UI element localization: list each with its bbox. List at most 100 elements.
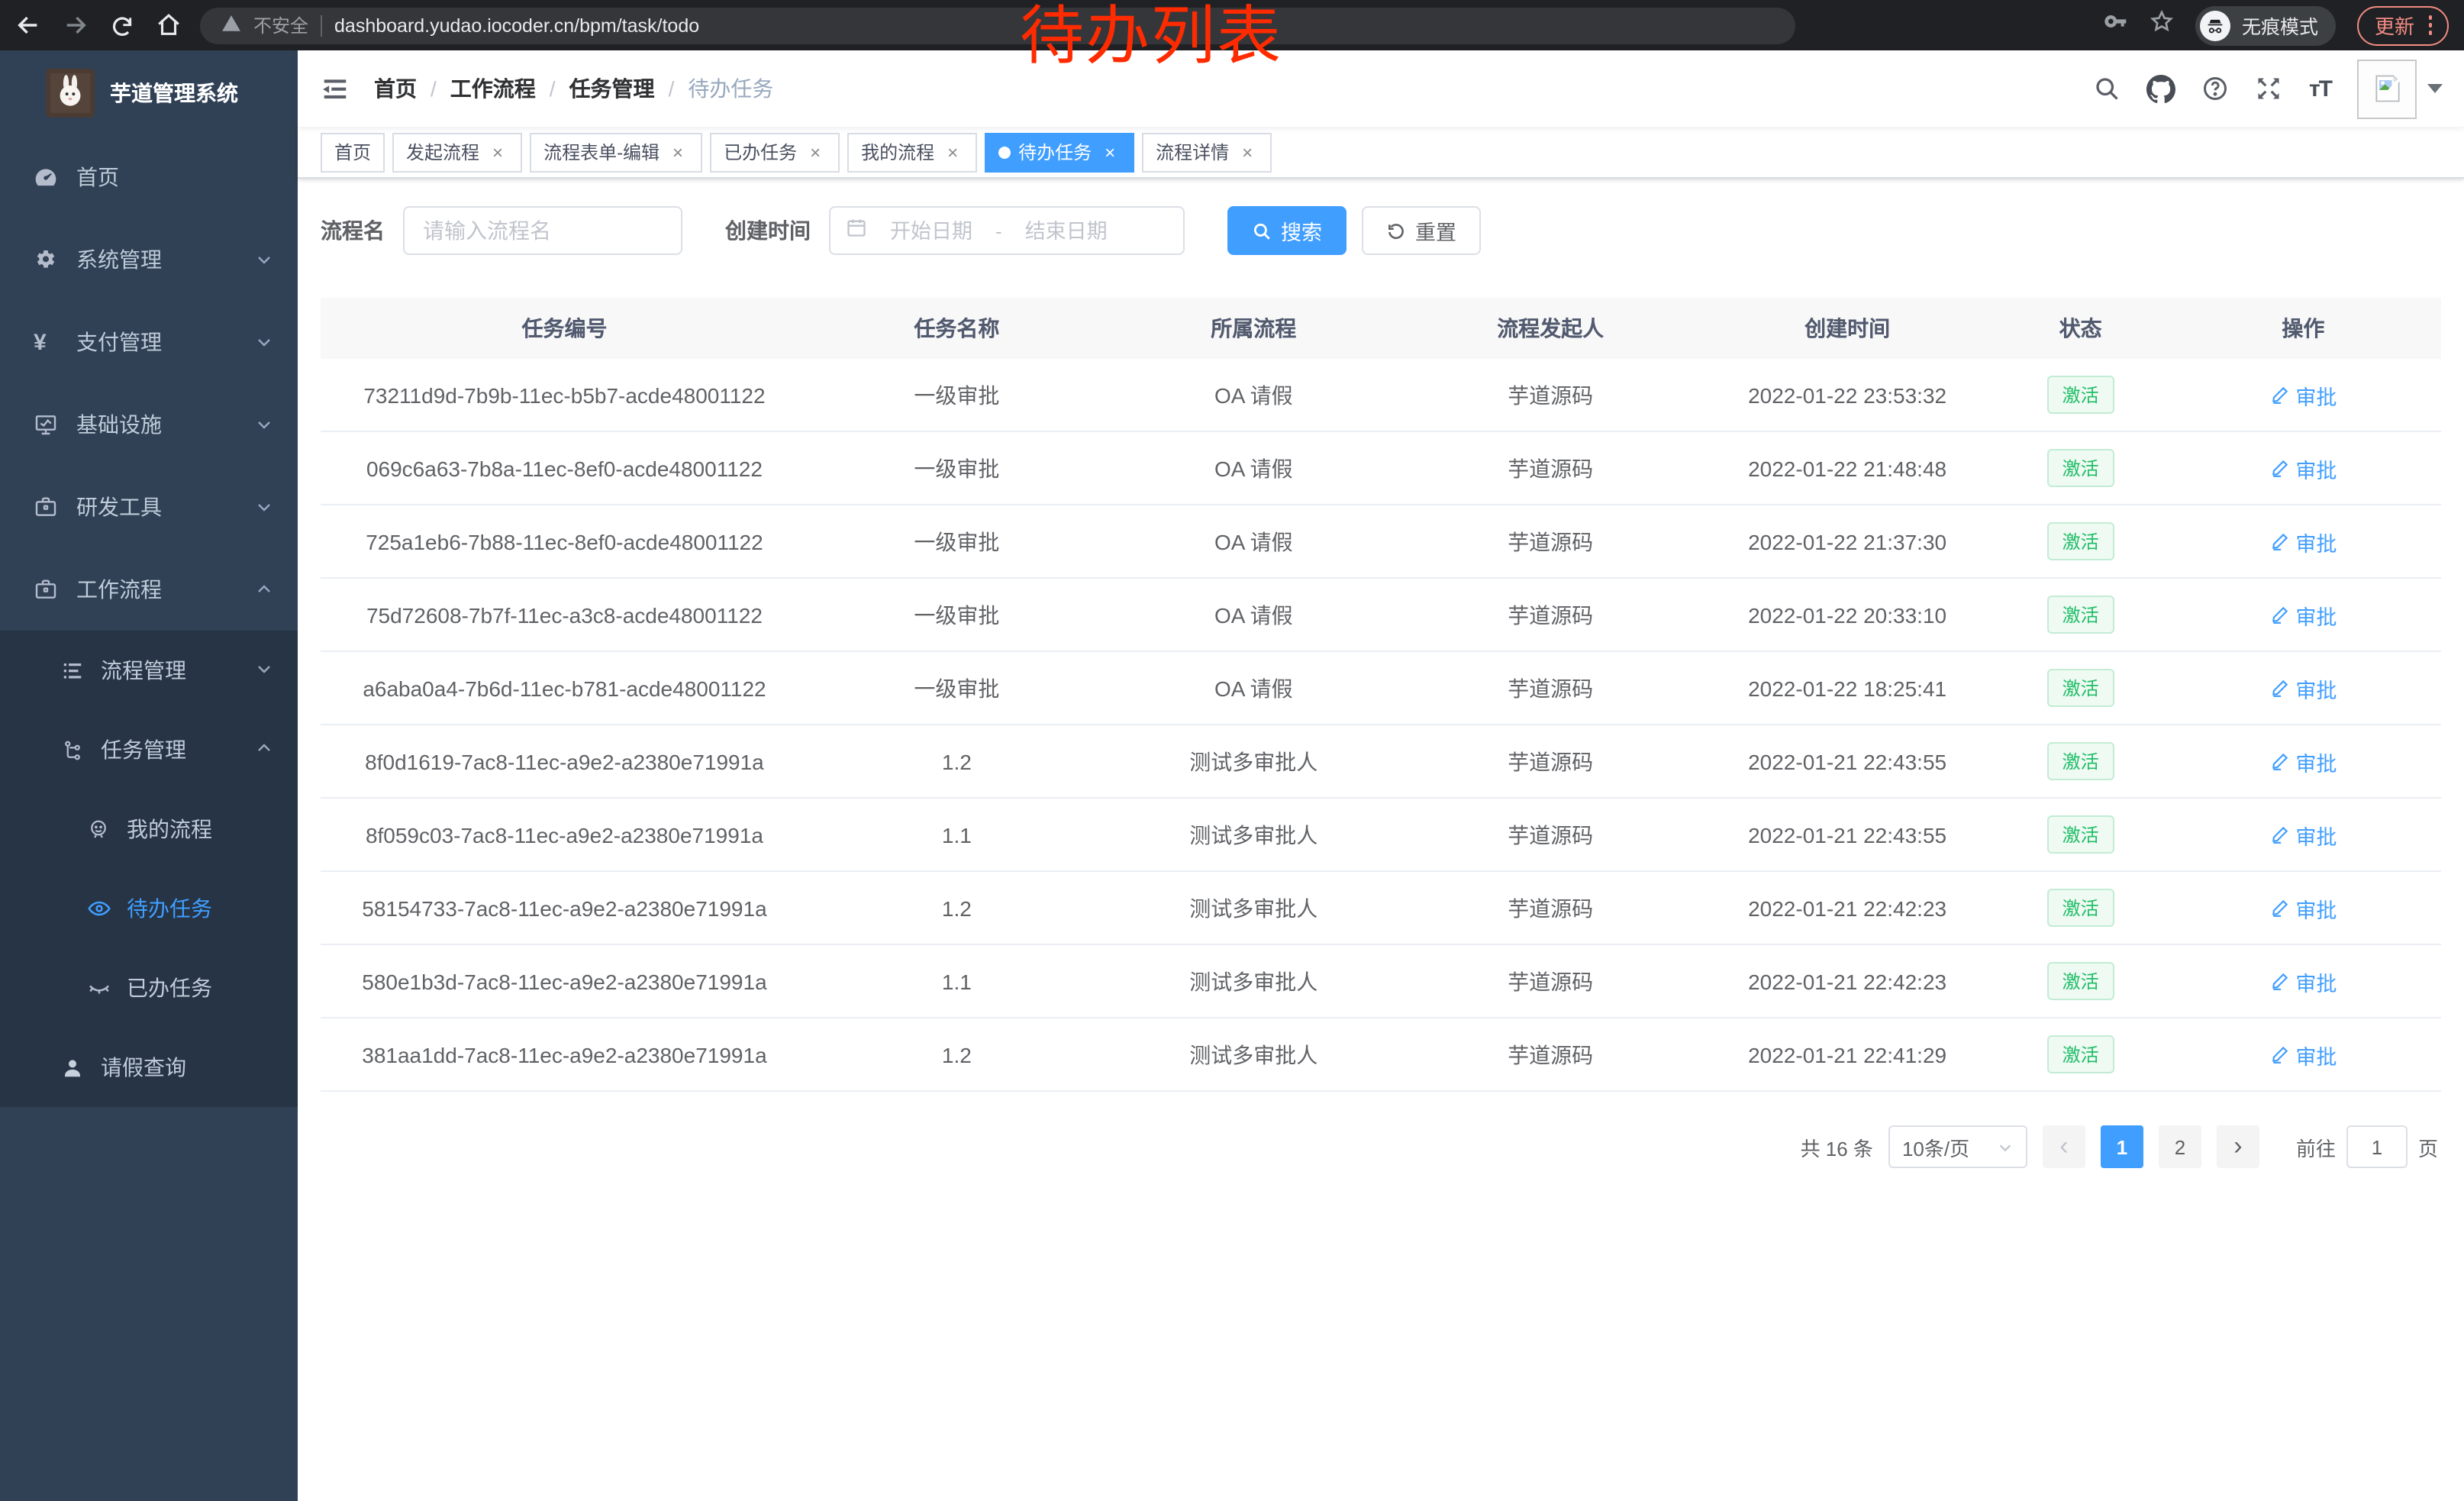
- key-icon[interactable]: [2104, 9, 2129, 41]
- approve-link[interactable]: 审批: [2269, 966, 2337, 996]
- sidebar-item-my-process[interactable]: 我的流程: [0, 789, 298, 869]
- cell-starter: 芋道源码: [1402, 1039, 1699, 1070]
- tab-done-tasks[interactable]: 已办任务×: [710, 132, 840, 172]
- search-button[interactable]: 搜索: [1227, 206, 1346, 255]
- sidebar-item-leave-query[interactable]: 请假查询: [0, 1028, 298, 1107]
- sidebar-item-workflow[interactable]: 工作流程: [0, 548, 298, 631]
- approve-link[interactable]: 审批: [2269, 1039, 2337, 1070]
- status-badge: 激活: [2047, 962, 2114, 1000]
- person-icon: [87, 818, 111, 841]
- edit-pencil-icon: [2269, 1044, 2289, 1064]
- sidebar-fold-icon[interactable]: [321, 74, 350, 103]
- cell-task-name: 1.1: [808, 969, 1105, 993]
- fullscreen-icon[interactable]: [2256, 75, 2283, 102]
- reset-button[interactable]: 重置: [1362, 206, 1481, 255]
- cell-task-id: a6aba0a4-7b6d-11ec-b781-acde48001122: [321, 676, 808, 700]
- col-header-actions: 操作: [2166, 313, 2441, 344]
- help-icon[interactable]: [2202, 75, 2230, 102]
- sidebar-item-todo-tasks[interactable]: 待办任务: [0, 869, 298, 948]
- dashboard-icon: [34, 165, 58, 189]
- breadcrumb-task-mgmt[interactable]: 任务管理: [569, 73, 655, 104]
- cell-task-name: 一级审批: [808, 673, 1105, 703]
- bookmark-star-icon[interactable]: [2150, 9, 2175, 41]
- sidebar-logo[interactable]: 芋道管理系统: [0, 50, 298, 136]
- page-button-1[interactable]: 1: [2101, 1125, 2143, 1168]
- user-avatar[interactable]: [2357, 59, 2443, 118]
- table-row: 8f059c03-7ac8-11ec-a9e2-a2380e71991a 1.1…: [321, 799, 2441, 872]
- monitor-icon: [34, 412, 58, 437]
- sidebar-item-home[interactable]: 首页: [0, 136, 298, 218]
- approve-link[interactable]: 审批: [2269, 673, 2337, 703]
- home-icon[interactable]: [156, 12, 182, 38]
- start-date-input[interactable]: [876, 219, 986, 242]
- page-size-select[interactable]: 10条/页: [1888, 1125, 2027, 1168]
- sidebar-item-devtools[interactable]: 研发工具: [0, 466, 298, 548]
- cell-task-name: 1.2: [808, 1042, 1105, 1067]
- sidebar-item-infra[interactable]: 基础设施: [0, 383, 298, 466]
- forward-icon[interactable]: [63, 12, 89, 38]
- approve-link[interactable]: 审批: [2269, 746, 2337, 776]
- close-icon[interactable]: ×: [667, 141, 689, 163]
- list-icon: [61, 659, 85, 682]
- reload-icon[interactable]: [110, 13, 134, 37]
- back-icon[interactable]: [15, 12, 41, 38]
- tab-my-process[interactable]: 我的流程×: [847, 132, 977, 172]
- address-bar[interactable]: 不安全 dashboard.yudao.iocoder.cn/bpm/task/…: [200, 7, 1795, 44]
- calendar-icon: [846, 216, 867, 245]
- sidebar-item-process-mgmt[interactable]: 流程管理: [0, 631, 298, 710]
- end-date-input[interactable]: [1011, 219, 1121, 242]
- page-button-2[interactable]: 2: [2159, 1125, 2201, 1168]
- tab-process-detail[interactable]: 流程详情×: [1142, 132, 1272, 172]
- process-name-label: 流程名: [321, 215, 385, 246]
- cell-create-time: 2022-01-22 23:53:32: [1699, 383, 1996, 407]
- close-icon[interactable]: ×: [1099, 141, 1121, 163]
- close-icon[interactable]: ×: [805, 141, 826, 163]
- approve-link[interactable]: 审批: [2269, 526, 2337, 557]
- sidebar: 芋道管理系统 首页 系统管理 ¥ 支付管理 基础设施: [0, 50, 298, 1501]
- goto-page-input[interactable]: [2346, 1125, 2408, 1168]
- security-warning-icon[interactable]: [221, 13, 241, 37]
- tab-form-edit[interactable]: 流程表单-编辑×: [530, 132, 702, 172]
- annotation-title: 待办列表: [1020, 2, 1282, 72]
- tab-start-process[interactable]: 发起流程×: [392, 132, 522, 172]
- approve-link[interactable]: 审批: [2269, 893, 2337, 923]
- cell-task-name: 1.2: [808, 749, 1105, 773]
- browser-menu-icon[interactable]: [2428, 16, 2432, 35]
- close-icon[interactable]: ×: [942, 141, 963, 163]
- next-page-button[interactable]: ›: [2217, 1125, 2259, 1168]
- approve-link[interactable]: 审批: [2269, 453, 2337, 483]
- close-icon[interactable]: ×: [1237, 141, 1258, 163]
- caret-down-icon: [2427, 84, 2443, 93]
- close-icon[interactable]: ×: [487, 141, 508, 163]
- cell-starter: 芋道源码: [1402, 819, 1699, 850]
- tab-label: 首页: [334, 139, 371, 165]
- process-name-input[interactable]: [403, 206, 682, 255]
- tab-home[interactable]: 首页: [321, 132, 385, 172]
- incognito-icon: [2201, 10, 2231, 40]
- sidebar-item-task-mgmt[interactable]: 任务管理: [0, 710, 298, 789]
- sidebar-item-done-tasks[interactable]: 已办任务: [0, 948, 298, 1028]
- sidebar-item-label: 已办任务: [127, 973, 273, 1003]
- chevron-up-icon: [255, 580, 273, 599]
- tab-todo-tasks[interactable]: 待办任务×: [985, 132, 1134, 172]
- sidebar-item-payment[interactable]: ¥ 支付管理: [0, 301, 298, 383]
- approve-link-label: 审批: [2295, 379, 2337, 410]
- breadcrumb-workflow[interactable]: 工作流程: [450, 73, 536, 104]
- approve-link[interactable]: 审批: [2269, 379, 2337, 410]
- cell-create-time: 2022-01-22 18:25:41: [1699, 676, 1996, 700]
- github-icon[interactable]: [2147, 74, 2176, 103]
- workflow-submenu: 流程管理 任务管理 我的流程 待办任务 已办: [0, 631, 298, 1107]
- briefcase-icon: [34, 577, 58, 602]
- approve-link[interactable]: 审批: [2269, 599, 2337, 630]
- date-range-picker[interactable]: -: [829, 206, 1185, 255]
- cell-create-time: 2022-01-22 20:33:10: [1699, 602, 1996, 627]
- prev-page-button[interactable]: ‹: [2043, 1125, 2085, 1168]
- update-button[interactable]: 更新: [2358, 5, 2449, 45]
- cell-process: 测试多审批人: [1105, 966, 1402, 996]
- approve-link[interactable]: 审批: [2269, 819, 2337, 850]
- font-size-icon[interactable]: ᴛT: [2309, 76, 2331, 102]
- breadcrumb-home[interactable]: 首页: [374, 73, 417, 104]
- sidebar-item-system[interactable]: 系统管理: [0, 218, 298, 301]
- approve-link-label: 审批: [2295, 966, 2337, 996]
- search-icon[interactable]: [2094, 75, 2121, 102]
